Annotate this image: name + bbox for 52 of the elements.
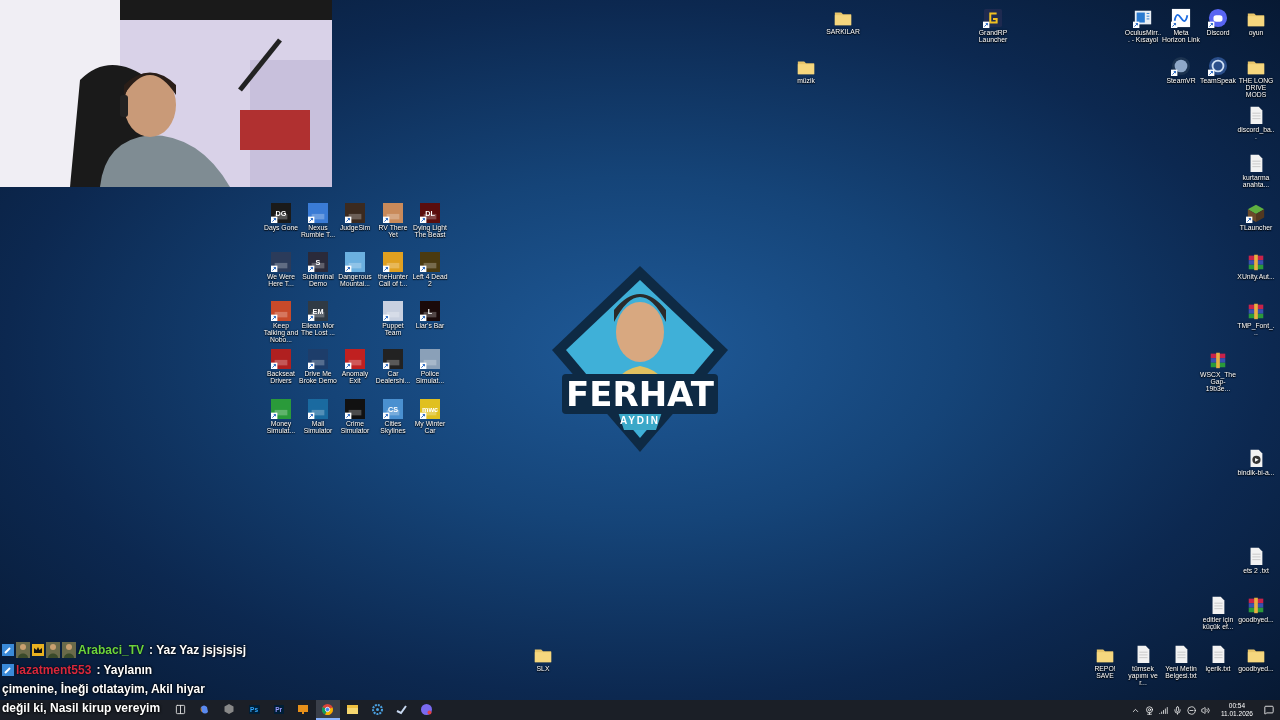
chat-message: : Yaylanın — [96, 661, 153, 679]
notifications-icon[interactable] — [1264, 705, 1274, 715]
gear-icon — [371, 703, 383, 715]
chat-username: lazatment553 — [16, 663, 92, 677]
wrench-badge-icon — [2, 664, 14, 676]
infinity-icon[interactable] — [1171, 8, 1191, 28]
minus-circle-icon[interactable] — [1186, 705, 1196, 715]
folder-icon — [346, 704, 358, 714]
browser-icon — [322, 703, 334, 715]
avatar-icon — [46, 642, 60, 658]
wrench-badge-icon — [2, 644, 14, 656]
game-icon[interactable]: DG — [271, 203, 291, 223]
chat-message: çimenine, İneği otlatayim, Akil hiyar — [2, 681, 205, 698]
game-icon[interactable] — [345, 203, 365, 223]
crown-badge-icon — [32, 644, 44, 656]
game-icon[interactable]: EM — [308, 301, 328, 321]
taskbar-app-button[interactable] — [315, 700, 341, 720]
chat-message: : Yaz Yaz jsjsjsjsj — [149, 641, 246, 659]
hexagon-icon — [224, 704, 235, 714]
chat-username: Arabaci_TV — [78, 643, 145, 657]
task-view-icon — [174, 703, 186, 715]
game-icon[interactable] — [420, 252, 440, 272]
signal-icon[interactable] — [1158, 705, 1168, 715]
logo-title: FERHAT — [562, 374, 718, 414]
swirl-icon — [199, 703, 211, 715]
avatar-icon — [62, 642, 76, 658]
archive-icon[interactable] — [1246, 595, 1266, 615]
monitor-icon — [298, 704, 309, 714]
webcam-icon[interactable] — [1144, 705, 1154, 715]
game-icon[interactable] — [271, 252, 291, 272]
game-icon[interactable] — [345, 399, 365, 419]
archive-icon[interactable] — [1246, 252, 1266, 272]
grass-cube-icon[interactable] — [1246, 203, 1266, 223]
archive-icon[interactable] — [1208, 350, 1228, 370]
launcher-icon[interactable] — [983, 8, 1003, 28]
speaker-icon[interactable] — [1200, 705, 1210, 715]
microphone-icon[interactable] — [1172, 705, 1182, 715]
chat-message: değil ki, Nasil kirup vereyim — [2, 700, 161, 717]
avatar-icon — [16, 642, 30, 658]
game-icon[interactable]: DL — [420, 203, 440, 223]
game-icon[interactable] — [271, 349, 291, 369]
game-icon[interactable] — [308, 349, 328, 369]
chat-app-icon — [420, 703, 432, 715]
logo-subtitle: AYDIN — [618, 415, 662, 426]
game-icon[interactable] — [345, 349, 365, 369]
game-icon[interactable]: L — [420, 301, 440, 321]
window-icon[interactable] — [1133, 8, 1153, 28]
game-icon[interactable] — [383, 349, 403, 369]
vr-icon[interactable] — [1171, 56, 1191, 76]
game-icon[interactable]: S — [308, 252, 328, 272]
archive-icon[interactable] — [1246, 301, 1266, 321]
ring-icon[interactable] — [1208, 56, 1228, 76]
